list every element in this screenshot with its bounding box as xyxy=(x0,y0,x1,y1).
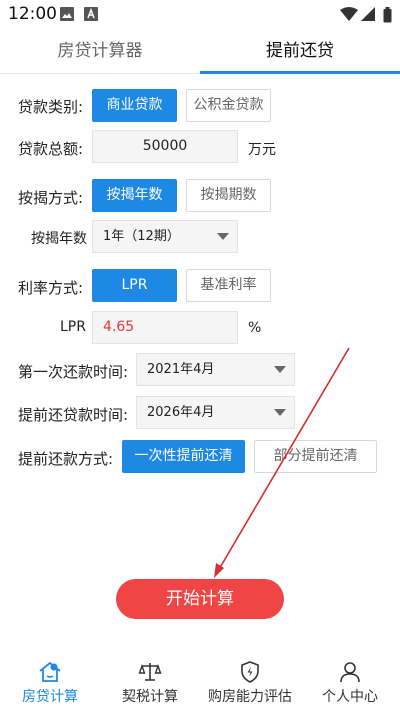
nav-item-mortgage[interactable]: 房贷计算 xyxy=(0,651,100,711)
page: 12:00 房贷计算器 提前还贷 贷款类别: 商业贷款 公积金贷款 贷款总额: … xyxy=(0,0,400,711)
mortgage-years-value: 1年（12期） xyxy=(103,229,180,244)
wifi-icon xyxy=(340,7,358,21)
chevron-down-icon xyxy=(274,409,286,416)
scale-icon xyxy=(138,663,162,681)
nav-label-profile: 个人中心 xyxy=(322,689,378,705)
house-icon xyxy=(39,661,61,682)
lpr-button[interactable]: LPR xyxy=(92,269,177,302)
lpr-label: LPR xyxy=(60,319,86,335)
mortgage-mode-label: 按揭方式: xyxy=(18,189,84,207)
commercial-loan-button[interactable]: 商业贷款 xyxy=(92,89,177,122)
provident-fund-loan-button[interactable]: 公积金贷款 xyxy=(186,89,271,122)
start-calculate-button[interactable]: 开始计算 xyxy=(116,579,284,619)
chevron-down-icon xyxy=(274,366,286,373)
prepay-mode-label: 提前还款方式: xyxy=(18,450,114,468)
prepay-time-select[interactable]: 2026年4月 xyxy=(136,396,295,429)
first-repay-value: 2021年4月 xyxy=(147,362,215,377)
a-letter-icon xyxy=(84,7,98,21)
partial-prepay-button[interactable]: 部分提前还清 xyxy=(254,440,377,473)
first-repay-label: 第一次还款时间: xyxy=(18,363,129,381)
benchmark-rate-button[interactable]: 基准利率 xyxy=(186,269,271,302)
full-prepay-button[interactable]: 一次性提前还清 xyxy=(122,440,245,473)
tab-early-repayment[interactable]: 提前还贷 xyxy=(200,30,400,74)
bottom-nav: 房贷计算 契税计算 购房能力评估 个人中心 xyxy=(0,651,400,711)
nav-item-profile[interactable]: 个人中心 xyxy=(300,651,400,711)
nav-item-deed-tax[interactable]: 契税计算 xyxy=(100,651,200,711)
prepay-time-label: 提前还贷款时间: xyxy=(18,406,129,424)
loan-total-input[interactable]: 50000 xyxy=(92,130,238,163)
rate-mode-label: 利率方式: xyxy=(18,279,84,297)
lpr-unit: % xyxy=(248,320,262,336)
top-tabs: 房贷计算器 提前还贷 xyxy=(0,30,400,74)
nav-label-purchase-ability: 购房能力评估 xyxy=(208,689,292,705)
mortgage-years-select[interactable]: 1年（12期） xyxy=(92,220,238,253)
battery-icon xyxy=(383,7,392,23)
prepay-time-value: 2026年4月 xyxy=(147,405,215,420)
mortgage-years-button[interactable]: 按揭年数 xyxy=(92,179,177,212)
person-icon xyxy=(340,662,360,683)
image-icon xyxy=(60,7,74,21)
tab-mortgage-calculator[interactable]: 房贷计算器 xyxy=(0,30,200,73)
nav-item-purchase-ability[interactable]: 购房能力评估 xyxy=(200,651,300,711)
mortgage-periods-button[interactable]: 按揭期数 xyxy=(186,179,271,212)
status-time: 12:00 xyxy=(8,4,57,24)
nav-label-deed-tax: 契税计算 xyxy=(122,689,178,705)
shield-bolt-icon xyxy=(241,661,259,683)
nav-label-mortgage: 房贷计算 xyxy=(22,689,78,705)
loan-type-label: 贷款类别: xyxy=(18,98,84,116)
mortgage-years-label: 按揭年数 xyxy=(31,231,87,247)
signal-icon xyxy=(361,7,375,21)
chevron-down-icon xyxy=(217,233,229,240)
status-bar: 12:00 xyxy=(0,0,400,30)
loan-total-label: 贷款总额: xyxy=(18,140,84,158)
loan-total-unit: 万元 xyxy=(248,142,276,158)
lpr-input[interactable]: 4.65 xyxy=(92,311,238,344)
first-repay-select[interactable]: 2021年4月 xyxy=(136,353,295,386)
